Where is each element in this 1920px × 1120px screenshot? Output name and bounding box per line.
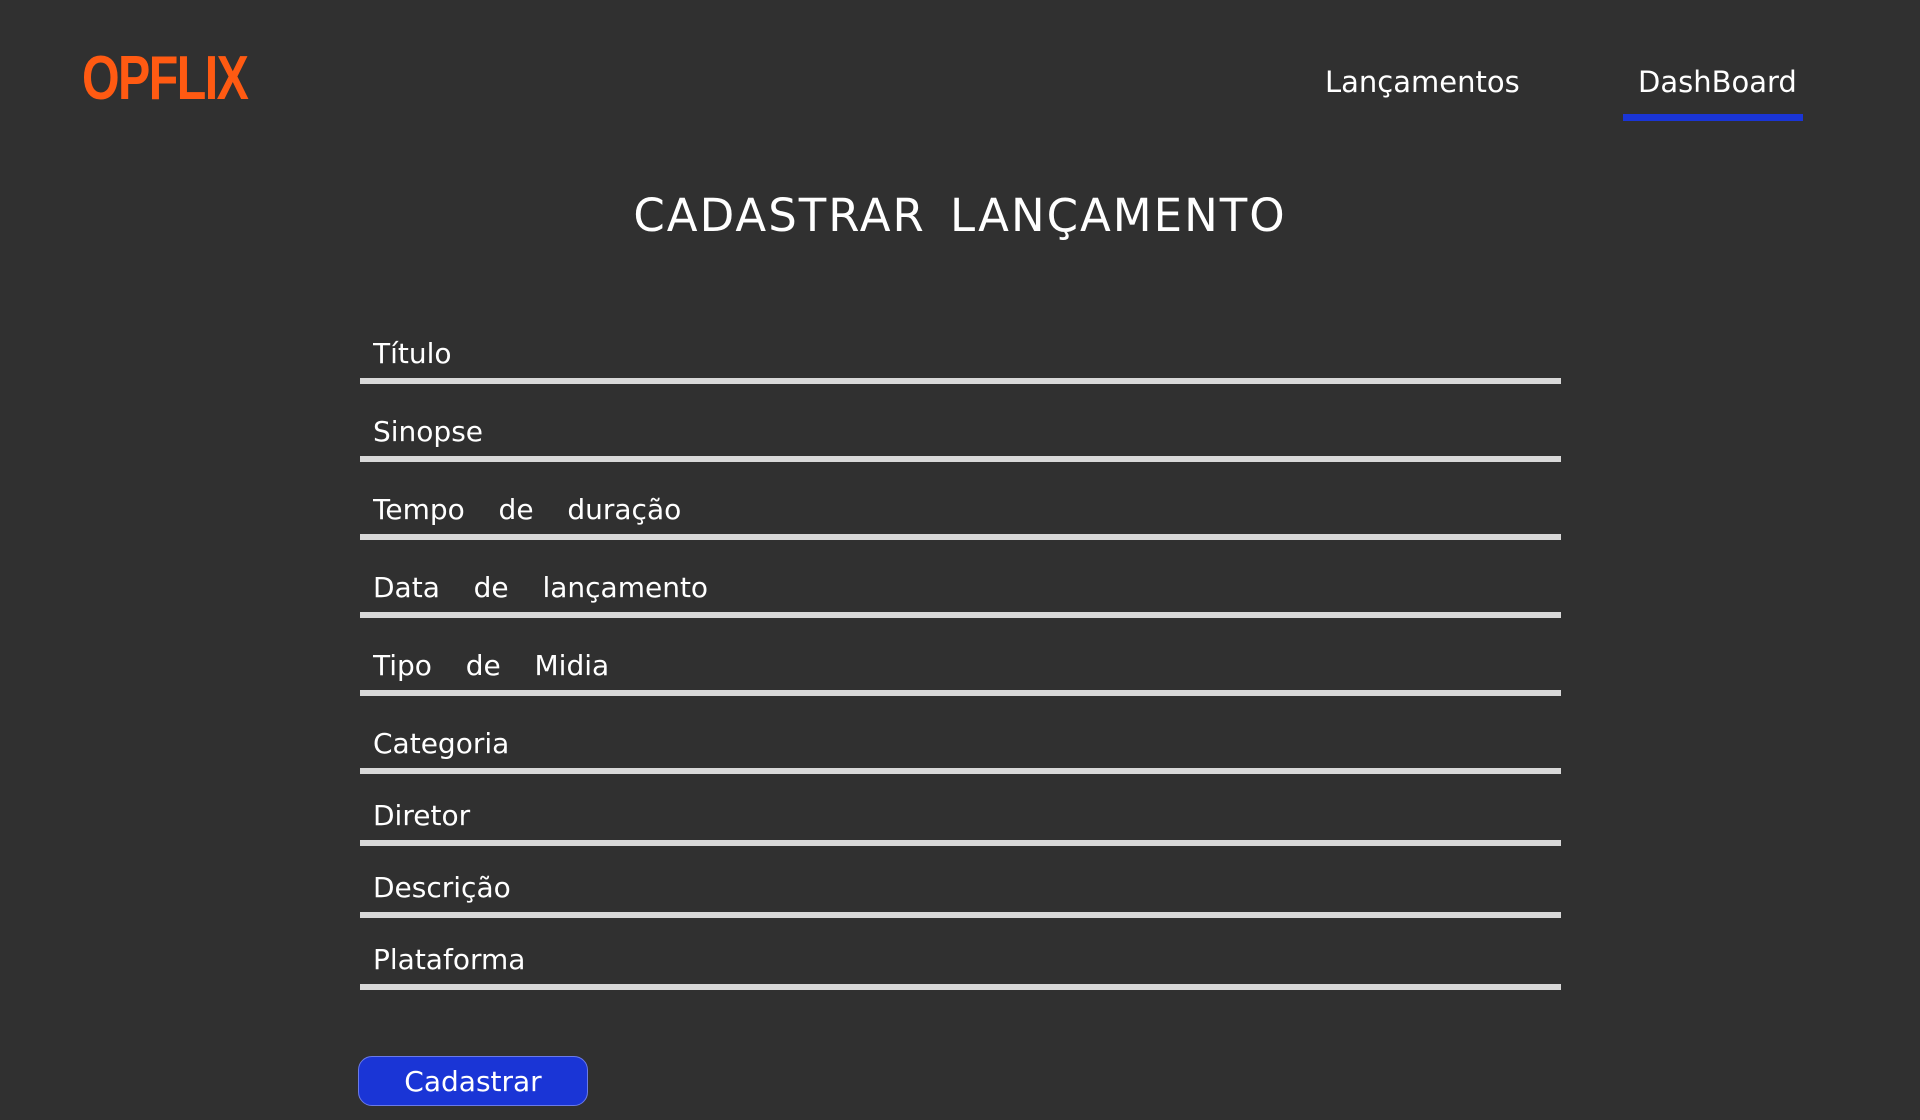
tempo-de-duracao-input[interactable]	[373, 486, 1543, 532]
sinopse-field	[360, 408, 1561, 462]
tempo-de-duracao-field	[360, 486, 1561, 540]
sinopse-input[interactable]	[373, 408, 1543, 454]
tipo-de-midia-input[interactable]	[373, 642, 1543, 688]
diretor-field	[360, 792, 1561, 846]
descricao-field	[360, 864, 1561, 918]
descricao-input[interactable]	[373, 864, 1543, 910]
active-nav-indicator	[1623, 114, 1803, 121]
page-title: CADASTRAR LANÇAMENTO	[633, 189, 1287, 242]
nav-lancamentos-link[interactable]: Lançamentos	[1325, 62, 1520, 102]
opflix-logo[interactable]: OPFLIX	[82, 44, 249, 114]
diretor-input[interactable]	[373, 792, 1543, 838]
categoria-field	[360, 720, 1561, 774]
data-de-lancamento-field	[360, 564, 1561, 618]
titulo-input[interactable]	[373, 330, 1543, 376]
plataforma-field	[360, 936, 1561, 990]
plataforma-input[interactable]	[373, 936, 1543, 982]
nav-dashboard-link[interactable]: DashBoard	[1638, 62, 1797, 102]
categoria-input[interactable]	[373, 720, 1543, 766]
tipo-de-midia-field	[360, 642, 1561, 696]
cadastrar-button[interactable]: Cadastrar	[358, 1056, 588, 1106]
data-de-lancamento-input[interactable]	[373, 564, 1543, 610]
titulo-field	[360, 330, 1561, 384]
